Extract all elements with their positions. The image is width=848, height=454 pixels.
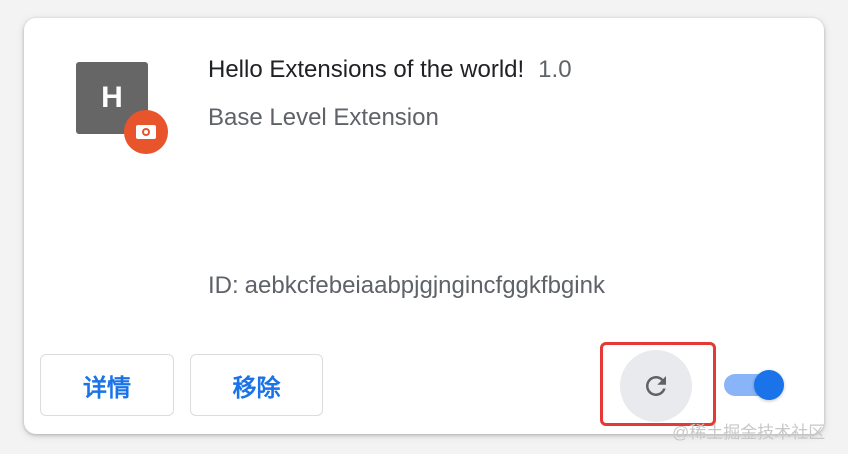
details-button[interactable]: 详情	[40, 354, 174, 416]
extension-title-row: Hello Extensions of the world! 1.0	[208, 56, 572, 84]
reload-icon	[646, 376, 666, 396]
unpacked-badge-icon	[124, 110, 168, 154]
extension-description: Base Level Extension	[208, 104, 439, 131]
extension-version: 1.0	[538, 56, 572, 83]
watermark-text: @稀土掘金技术社区	[672, 423, 826, 442]
details-button-label: 详情	[83, 374, 131, 402]
extension-id-label: ID:	[208, 272, 239, 299]
extension-id-value: aebkcfebeiaabpjgjngincfggkfbgink	[244, 272, 605, 299]
remove-button-label: 移除	[232, 374, 281, 402]
extension-name: Hello Extensions of the world!	[208, 56, 525, 83]
reload-button[interactable]	[620, 350, 692, 422]
enable-toggle-knob[interactable]	[754, 370, 784, 400]
extension-id-row: ID: aebkcfebeiaabpjgjngincfggkfbgink	[208, 272, 605, 300]
remove-button[interactable]: 移除	[190, 354, 323, 416]
extension-icon-letter: H	[101, 81, 123, 114]
extension-card: H Hello Extensions of the world! 1.0 Base…	[24, 18, 824, 434]
